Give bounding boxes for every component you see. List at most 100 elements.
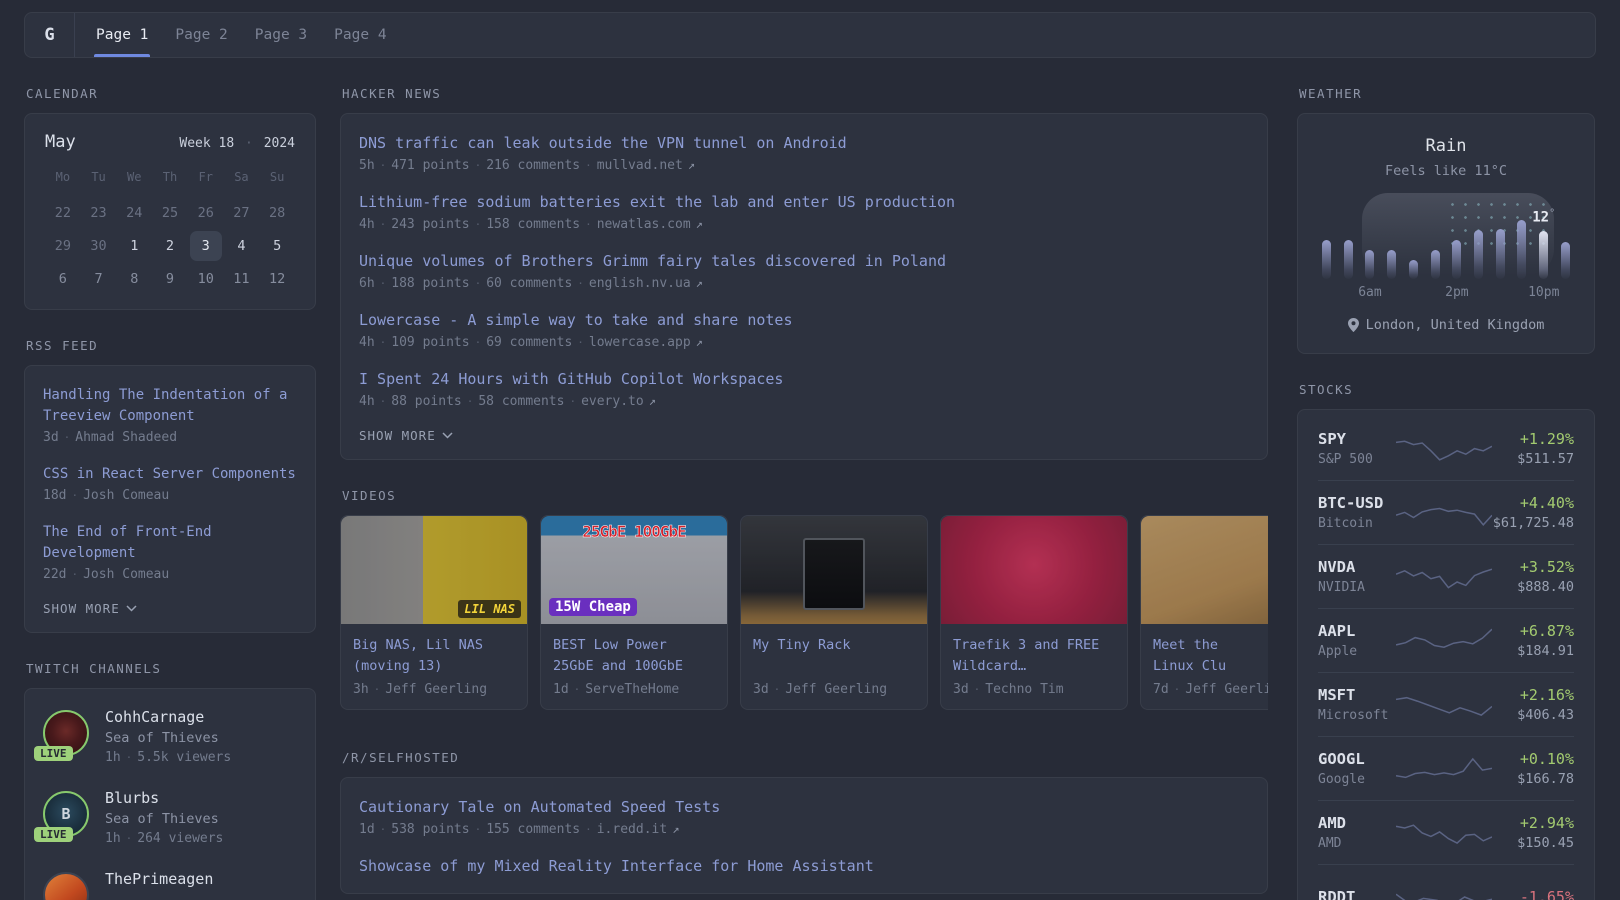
video-card[interactable]: Traefik 3 and FREE Wildcard… 3d · Techno Ti… [940, 515, 1128, 710]
video-title-link[interactable]: Meet the Linux Clu [1153, 635, 1268, 678]
video-thumbnail[interactable]: 25GbE 100GbE 15W Cheap [541, 516, 727, 624]
article-link[interactable]: CSS in React Server Components [43, 464, 297, 485]
day-number: 25 [161, 204, 179, 221]
stock-identity: RDDT [1318, 886, 1396, 900]
page-tabs: Page 1 Page 2 Page 3 Page 4 [75, 13, 387, 57]
feed-item: I Spent 24 Hours with GitHub Copilot Wor… [359, 369, 1249, 412]
day-number: 26 [197, 204, 214, 221]
twitch-section-label: TWITCH CHANNELS [26, 661, 162, 676]
separator-dot: · [379, 395, 387, 408]
article-link[interactable]: Lowercase - A simple way to take and sha… [359, 310, 1249, 331]
day-number: 3 [189, 230, 222, 261]
calendar-day-cell: 22 [45, 196, 81, 229]
article-link[interactable]: Cautionary Tale on Automated Speed Tests [359, 797, 1249, 818]
stock-name: Google [1318, 772, 1365, 787]
calendar-week-info: Week 18 · 2024 [179, 136, 295, 151]
video-thumbnail[interactable]: FAS [1141, 516, 1268, 624]
weather-bar [1408, 260, 1418, 279]
time-ago: 4h [359, 217, 375, 232]
bar [1452, 240, 1462, 279]
video-card[interactable]: FAS Meet the Linux Clu 7d · Jeff Geerling [1140, 515, 1268, 710]
weather-bar [1430, 250, 1440, 279]
bar [1430, 250, 1440, 279]
channel-meta: 1h · 264 viewers [105, 829, 223, 849]
comments-link[interactable]: 158 comments [486, 217, 580, 232]
video-title-link[interactable]: BEST Low Power 25GbE and 100GbE Switch… [553, 635, 715, 678]
app-logo[interactable]: G [25, 13, 74, 57]
comments-link[interactable]: 155 comments [486, 822, 580, 837]
channel-game: Sea of Thieves [105, 730, 219, 746]
stock-price: $166.78 [1517, 771, 1574, 787]
separator-dot: · [577, 277, 584, 290]
calendar-day-header: Fr [198, 170, 213, 184]
article-link[interactable]: Unique volumes of Brothers Grimm fairy t… [359, 251, 1249, 272]
comments-link[interactable]: 60 comments [486, 276, 572, 291]
show-more-button[interactable]: SHOW MORE [359, 428, 1249, 443]
stock-change-percent: +2.94% [1519, 814, 1574, 832]
day-number: 1 [130, 237, 139, 254]
video-thumbnail[interactable] [941, 516, 1127, 624]
comments-link[interactable]: 58 comments [478, 394, 564, 409]
source-domain[interactable]: mullvad.net [597, 158, 683, 173]
video-title-link[interactable]: My Tiny Rack [753, 635, 915, 678]
video-card[interactable]: LIL NAS Big NAS, Lil NAS (moving 13) 3h · Je… [340, 515, 528, 710]
stock-row-spy[interactable]: SPY S&P 500 +1.29% $511.57 [1318, 416, 1574, 480]
bar [1343, 240, 1353, 279]
article-link[interactable]: I Spent 24 Hours with GitHub Copilot Wor… [359, 369, 1249, 390]
show-more-button[interactable]: SHOW MORE [43, 601, 297, 616]
stock-row-amd[interactable]: AMD AMD +2.94% $150.45 [1318, 800, 1574, 864]
stock-change-percent: +0.10% [1519, 750, 1574, 768]
nav-tab-page-3[interactable]: Page 3 [255, 13, 307, 57]
weather-bar: 12° [1532, 208, 1555, 279]
channel-name[interactable]: CohhCarnage [105, 707, 231, 728]
time-axis-label: 2pm [1445, 285, 1469, 300]
nav-tab-page-4[interactable]: Page 4 [334, 13, 386, 57]
calendar-day-grid: 22 23 24 25 26 27 28 29 30 1 2 3 4 5 6 7 8 9 10 11 12 [45, 196, 295, 295]
stock-values: +2.94% $150.45 [1492, 812, 1574, 853]
source-domain[interactable]: english.nv.ua [589, 276, 691, 291]
video-thumbnail[interactable] [741, 516, 927, 624]
article-link[interactable]: Showcase of my Mixed Reality Interface f… [359, 856, 1249, 877]
article-link[interactable]: Handling The Indentation of a Treeview C… [43, 385, 297, 427]
source-domain[interactable]: lowercase.app [589, 335, 691, 350]
weather-feels-like: Feels like 11°C [1385, 163, 1507, 179]
weather-bar [1495, 229, 1505, 279]
comments-link[interactable]: 69 comments [486, 335, 572, 350]
article-link[interactable]: Lithium-free sodium batteries exit the l… [359, 192, 1249, 213]
weather-bar [1560, 242, 1570, 279]
source-domain[interactable]: newatlas.com [597, 217, 691, 232]
stock-name: Bitcoin [1318, 516, 1373, 531]
video-title-link[interactable]: Big NAS, Lil NAS (moving 13) [353, 635, 515, 678]
source-domain[interactable]: every.to [581, 394, 644, 409]
stock-row-aapl[interactable]: AAPL Apple +6.87% $184.91 [1318, 608, 1574, 672]
calendar-day-header: Tu [91, 170, 106, 184]
nav-tab-page-2[interactable]: Page 2 [175, 13, 227, 57]
twitch-channel-row[interactable]: ThePrimeagen [43, 869, 297, 900]
video-card[interactable]: My Tiny Rack 3d · Jeff Geerling [740, 515, 928, 710]
article-meta: 18d · Josh Comeau [43, 486, 297, 506]
calendar-today-cell: 3 [188, 229, 224, 262]
nav-tab-page-1[interactable]: Page 1 [93, 13, 151, 57]
twitch-channel-row[interactable]: LIVE CohhCarnage Sea of Thieves 1h · 5.5k vie… [34, 707, 297, 768]
comments-link[interactable]: 216 comments [486, 158, 580, 173]
article-link[interactable]: DNS traffic can leak outside the VPN tun… [359, 133, 1249, 154]
video-card[interactable]: 25GbE 100GbE 15W Cheap BEST Low Power 25Gb… [540, 515, 728, 710]
twitch-channel-row[interactable]: B LIVE Blurbs Sea of Thieves 1h · 264 viewers [34, 788, 297, 849]
separator-dot: · [573, 683, 581, 696]
stock-row-btc-usd[interactable]: BTC-USD Bitcoin +4.40% $61,725.48 [1318, 480, 1574, 544]
time-axis-label: 6am [1358, 285, 1382, 300]
channel-name[interactable]: ThePrimeagen [105, 869, 213, 890]
stock-row-nvda[interactable]: NVDA NVIDIA +3.52% $888.40 [1318, 544, 1574, 608]
video-thumbnail[interactable]: LIL NAS [341, 516, 527, 624]
video-title-link[interactable]: Traefik 3 and FREE Wildcard… [953, 635, 1115, 678]
separator-dot: · [585, 159, 592, 172]
source-domain[interactable]: i.redd.it [597, 822, 667, 837]
stock-row-rddt[interactable]: RDDT -1.65% [1318, 864, 1574, 900]
chevron-down-icon [126, 605, 137, 612]
stock-change-percent: +2.16% [1519, 686, 1574, 704]
article-link[interactable]: The End of Front-End Development [43, 522, 297, 564]
calendar-day-cell: 7 [81, 262, 117, 295]
stock-row-msft[interactable]: MSFT Microsoft +2.16% $406.43 [1318, 672, 1574, 736]
channel-name[interactable]: Blurbs [105, 788, 223, 809]
stock-row-googl[interactable]: GOOGL Google +0.10% $166.78 [1318, 736, 1574, 800]
